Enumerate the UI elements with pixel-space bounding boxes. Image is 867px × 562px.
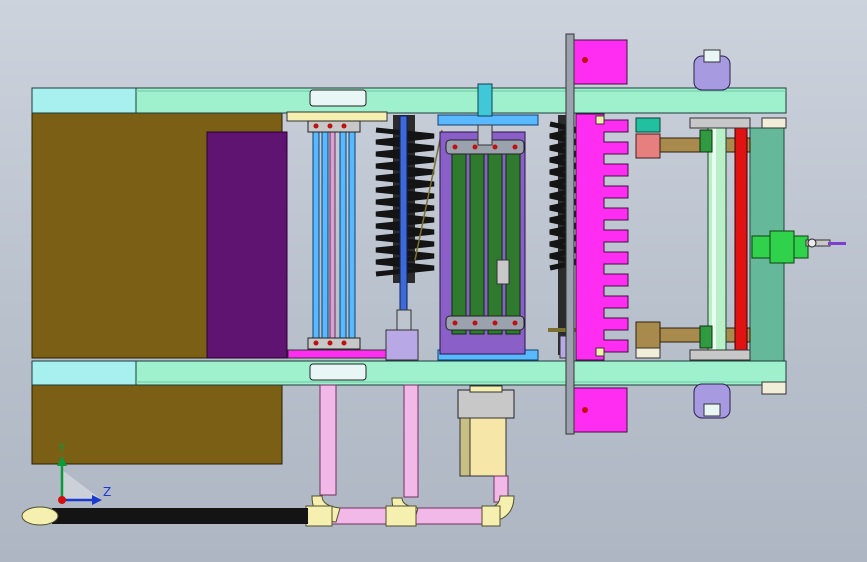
bottom-rail: [135, 360, 787, 386]
purple-panel: [206, 131, 288, 359]
y-axis-label: Y: [58, 441, 66, 455]
side-clamp: [751, 230, 846, 264]
assembly-drawing: [21, 33, 846, 527]
gearbox: [457, 385, 515, 477]
cad-viewport[interactable]: Y Z: [0, 0, 867, 562]
top-rail-end: [31, 87, 137, 114]
x-axis-dot: [58, 496, 66, 504]
left-shaft-assembly: [286, 89, 389, 381]
olive-block-lower: [31, 383, 283, 465]
z-axis-label: Z: [103, 485, 112, 499]
top-rail: [135, 87, 787, 114]
central-roller: [437, 83, 539, 361]
bottom-rail-end: [31, 360, 137, 386]
brush-left: [375, 115, 443, 361]
